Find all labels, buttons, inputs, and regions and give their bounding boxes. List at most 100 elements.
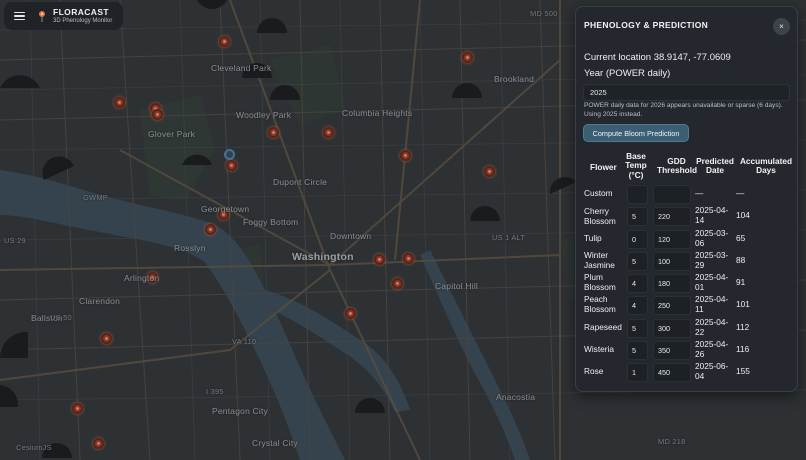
map-label: Glover Park — [148, 129, 196, 139]
accumulated-days: — — [736, 188, 745, 198]
col-header-flower: Flower — [590, 162, 617, 172]
gdd-input[interactable] — [653, 252, 691, 271]
map-label: Foggy Bottom — [243, 217, 299, 227]
row-flower-name: Tulip — [584, 233, 602, 243]
map-attribution: CesiumJS — [16, 443, 52, 452]
col-header-date: Predicted Date — [696, 156, 734, 176]
predicted-date: 2025-04-22 — [695, 317, 729, 337]
bloom-marker[interactable] — [219, 36, 230, 47]
accumulated-days: 65 — [736, 233, 746, 243]
bloom-marker[interactable] — [152, 109, 163, 120]
cluster-wedge[interactable] — [255, 15, 289, 35]
accumulated-days: 91 — [736, 277, 746, 287]
gdd-input[interactable] — [653, 185, 691, 204]
base-temp-input[interactable] — [627, 341, 648, 360]
map-label: Anacostia — [496, 392, 536, 402]
bloom-marker[interactable] — [72, 403, 83, 414]
compute-bloom-button[interactable]: Compute Bloom Prediction — [583, 124, 689, 142]
bloom-marker[interactable] — [484, 166, 495, 177]
bloom-marker[interactable] — [403, 253, 414, 264]
base-temp-input[interactable] — [627, 185, 648, 204]
panel-title: PHENOLOGY & PREDICTION — [584, 20, 709, 30]
bloom-marker[interactable] — [114, 97, 125, 108]
predicted-date: 2025-04-26 — [695, 339, 729, 359]
cluster-wedge[interactable] — [42, 156, 76, 182]
cluster-count: 3 — [481, 210, 487, 220]
row-flower-name: Plum Blossom — [584, 272, 616, 292]
map-label: MD 500 — [530, 9, 558, 18]
base-temp-input[interactable] — [627, 319, 648, 338]
col-header-base-temp: Base Temp (°C) — [625, 151, 647, 180]
bloom-marker[interactable] — [226, 160, 237, 171]
cluster-count: 7 — [466, 86, 472, 96]
gdd-input[interactable] — [653, 319, 691, 338]
app-subtitle: 3D Phenology Monitor — [53, 17, 113, 24]
map-label: Dupont Circle — [273, 177, 328, 187]
app-title: FLORACAST — [53, 6, 110, 17]
gdd-input[interactable] — [653, 274, 691, 293]
gdd-input[interactable] — [653, 341, 691, 360]
bloom-marker[interactable] — [101, 333, 112, 344]
cluster-wedge[interactable] — [180, 145, 214, 167]
gdd-input[interactable] — [653, 230, 691, 249]
gdd-input[interactable] — [653, 207, 691, 226]
bloom-marker[interactable] — [400, 150, 411, 161]
hamburger-icon — [14, 11, 25, 14]
map-label: VA 110 — [232, 337, 257, 346]
bloom-marker[interactable] — [392, 278, 403, 289]
current-location: Current location 38.9147, -77.0609 — [584, 52, 731, 63]
map-label: GWMP — [83, 193, 108, 202]
map-label: US 50 — [50, 313, 72, 322]
map-label: Clarendon — [79, 296, 121, 306]
cluster-wedge[interactable] — [0, 383, 20, 409]
base-temp-input[interactable] — [627, 207, 648, 226]
row-flower-name: Rapeseed — [584, 322, 622, 332]
bloom-marker[interactable] — [268, 127, 279, 138]
app-header: FLORACAST 3D Phenology Monitor — [4, 2, 123, 30]
gdd-input[interactable] — [653, 296, 691, 315]
map-label: Downtown — [330, 231, 372, 241]
accumulated-days: 112 — [736, 322, 750, 332]
map-label: Brookland — [494, 74, 535, 84]
bloom-marker[interactable] — [323, 127, 334, 138]
row-flower-name: Peach Blossom — [584, 294, 616, 314]
base-temp-input[interactable] — [627, 252, 648, 271]
row-flower-name: Winter Jasmine — [584, 250, 615, 270]
close-icon: × — [779, 22, 784, 31]
base-temp-input[interactable] — [627, 230, 648, 249]
base-temp-input[interactable] — [627, 274, 648, 293]
predicted-date: 2025-04-11 — [695, 294, 729, 314]
gdd-input[interactable] — [653, 363, 691, 382]
map-label: Capitol Hill — [435, 281, 479, 291]
flower-logo-icon — [39, 11, 45, 22]
cluster-wedge[interactable] — [0, 330, 30, 360]
row-flower-name: Wisteria — [584, 344, 614, 354]
base-temp-input[interactable] — [627, 363, 648, 382]
data-availability-note: POWER daily data for 2026 appears unavai… — [584, 102, 783, 119]
year-label: Year (POWER daily) — [584, 68, 671, 79]
map-label: Cleveland Park — [211, 63, 272, 73]
base-temp-input[interactable] — [627, 296, 648, 315]
cluster-wedge[interactable] — [548, 176, 578, 196]
cluster-count: 10 — [363, 401, 374, 411]
cluster-wedge[interactable] — [0, 62, 40, 90]
bloom-marker[interactable] — [345, 308, 356, 319]
map-label: Crystal City — [252, 438, 298, 448]
map-label: Georgetown — [201, 204, 250, 214]
phenology-panel: PHENOLOGY & PREDICTION × Current locatio… — [575, 6, 798, 392]
menu-button[interactable] — [10, 7, 29, 26]
bloom-marker[interactable] — [93, 438, 104, 449]
predicted-date: 2025-04-01 — [695, 272, 729, 292]
bloom-marker[interactable] — [462, 52, 473, 63]
cluster-count: 8 — [284, 88, 290, 98]
year-input[interactable] — [583, 84, 790, 101]
close-button[interactable]: × — [773, 18, 790, 35]
map-label: Arlington — [124, 273, 160, 283]
map-label: US 1 ALT — [492, 233, 526, 242]
cluster-wedge[interactable] — [195, 0, 229, 20]
predicted-date: — — [695, 188, 704, 198]
accumulated-days: 104 — [736, 210, 750, 220]
bloom-marker[interactable] — [374, 254, 385, 265]
accumulated-days: 101 — [736, 299, 750, 309]
bloom-marker[interactable] — [205, 224, 216, 235]
